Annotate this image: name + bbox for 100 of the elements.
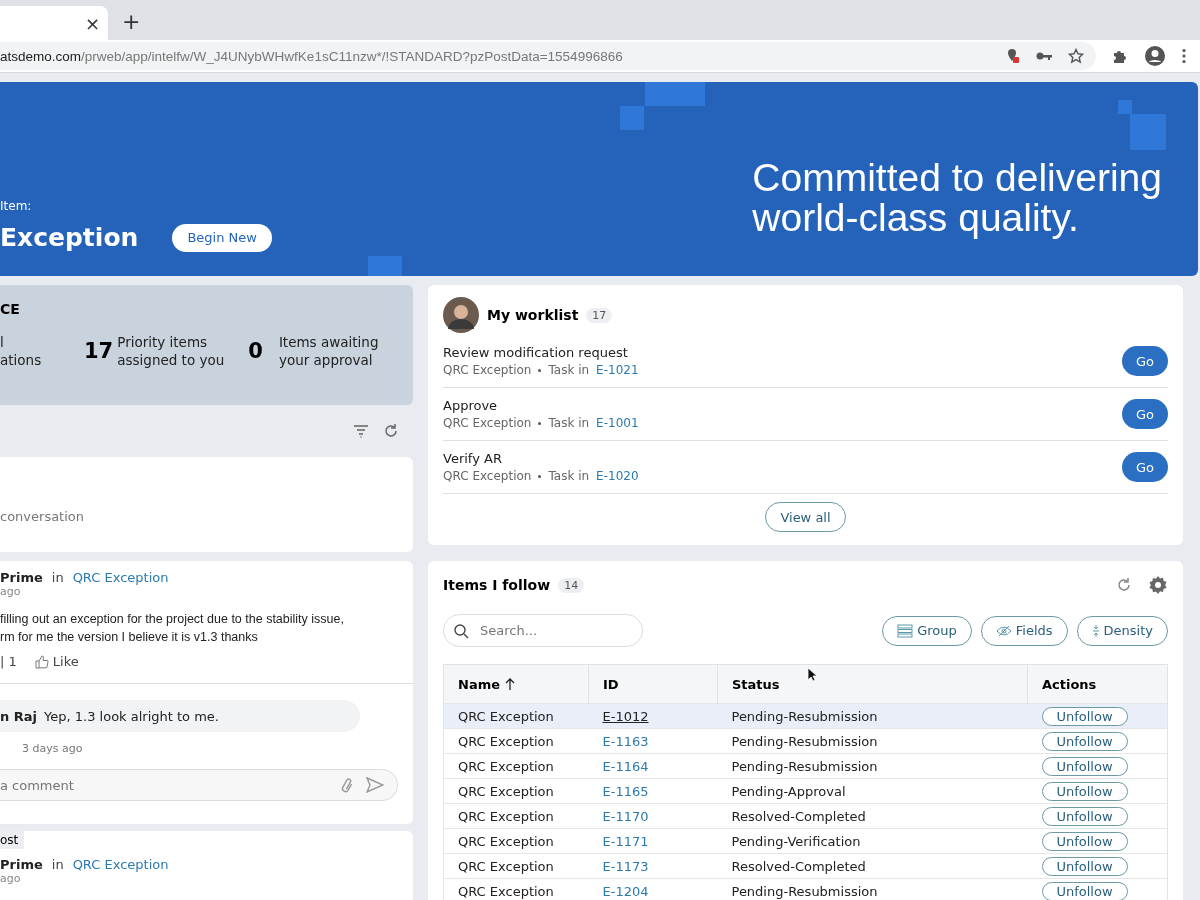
new-tab-button[interactable]: + — [122, 9, 141, 34]
puzzle-icon[interactable] — [1112, 48, 1128, 64]
unfollow-button[interactable]: Unfollow — [1041, 731, 1128, 751]
search-icon — [453, 623, 469, 639]
unfollow-button[interactable]: Unfollow — [1041, 881, 1128, 900]
id-link[interactable]: E-1171 — [588, 828, 718, 854]
refresh-icon[interactable] — [383, 423, 399, 439]
context-link[interactable]: QRC Exception — [72, 570, 169, 585]
thumbs-up-icon — [34, 654, 49, 669]
id-link[interactable]: E-1204 — [588, 878, 718, 900]
id-link[interactable]: E-1170 — [588, 803, 718, 829]
table-cell: Resolved-Completed — [717, 803, 1028, 829]
id-link[interactable]: E-1173 — [588, 853, 718, 879]
unfollow-button[interactable]: Unfollow — [1041, 806, 1128, 826]
column-header[interactable]: Name — [443, 664, 589, 704]
case-id-link[interactable]: E-1020 — [596, 469, 639, 483]
table-row[interactable]: QRC Exception E-1163 Pending-Resubmission Unfollow — [443, 728, 1168, 754]
go-button[interactable]: Go — [1122, 399, 1168, 429]
id-link[interactable]: E-1012 — [588, 703, 718, 729]
separator-dot — [538, 474, 542, 478]
send-icon[interactable] — [366, 777, 384, 793]
cursor-icon — [807, 667, 817, 682]
settings-icon[interactable] — [1148, 575, 1168, 595]
address-bar[interactable]: atsdemo.com/prweb/app/intelfw/W_J4UNybWHwfKe1sC11nzw*/!STANDARD?pzPostData=1554996866 — [0, 42, 1096, 70]
case-id-link[interactable]: E-1001 — [596, 416, 639, 430]
go-button[interactable]: Go — [1122, 346, 1168, 376]
id-link[interactable]: E-1165 — [588, 778, 718, 804]
separator-dot — [538, 368, 542, 372]
table-row[interactable]: QRC Exception E-1171 Pending-Verification Unfollow — [443, 828, 1168, 854]
table-cell: QRC Exception — [443, 828, 589, 854]
column-header[interactable]: ID — [588, 664, 718, 704]
search-field[interactable]: Search... — [443, 614, 643, 647]
stats-title: CE — [0, 301, 21, 317]
filter-icon[interactable] — [353, 424, 369, 438]
refresh-icon[interactable] — [1116, 577, 1132, 593]
id-link[interactable]: E-1164 — [588, 753, 718, 779]
post-author[interactable]: Prime — [0, 570, 43, 585]
table-row[interactable]: QRC Exception E-1012 Pending-Resubmission Unfollow — [443, 703, 1168, 729]
case-id-link[interactable]: E-1021 — [596, 363, 639, 377]
task-title[interactable]: Approve — [443, 398, 1122, 413]
density-icon — [1091, 623, 1100, 638]
banner-square — [368, 256, 402, 276]
browser-tab[interactable]: × — [0, 6, 108, 40]
table-row[interactable]: QRC Exception E-1164 Pending-Resubmission Unfollow — [443, 753, 1168, 779]
fields-button[interactable]: Fields — [980, 615, 1068, 646]
task-label: Task in — [548, 416, 590, 430]
go-button[interactable]: Go — [1122, 452, 1168, 482]
task-label: Task in — [548, 363, 590, 377]
table-row[interactable]: QRC Exception E-1173 Resolved-Completed Unfollow — [443, 853, 1168, 879]
in-text: in — [51, 857, 64, 872]
location-blocked-icon[interactable] — [1006, 48, 1020, 64]
post-author[interactable]: Prime — [0, 857, 43, 872]
comment-count: | 1 — [0, 654, 17, 669]
key-icon[interactable] — [1036, 51, 1052, 61]
table-cell: QRC Exception — [443, 853, 589, 879]
star-icon[interactable] — [1068, 48, 1084, 64]
id-link[interactable]: E-1163 — [588, 728, 718, 754]
density-button[interactable]: Density — [1076, 615, 1168, 646]
task-title[interactable]: Verify AR — [443, 451, 1122, 466]
begin-new-button[interactable]: Begin New — [172, 223, 272, 252]
unfollow-button[interactable]: Unfollow — [1041, 706, 1128, 726]
table-cell: Pending-Resubmission — [717, 703, 1028, 729]
table-cell: Resolved-Completed — [717, 853, 1028, 879]
rows-icon — [897, 623, 914, 638]
table-cell: Pending-Verification — [717, 828, 1028, 854]
context-link[interactable]: QRC Exception — [72, 857, 169, 872]
profile-icon[interactable] — [1144, 45, 1166, 67]
group-button[interactable]: Group — [882, 615, 972, 646]
conversation-prompt[interactable]: conversation — [0, 509, 85, 524]
view-all-button[interactable]: View all — [765, 502, 846, 532]
comment-field[interactable]: a comment — [0, 769, 398, 801]
post-message: filling out an exception for the project due to the stability issue, rm for me the version I believe it is v1.3 thanks — [0, 611, 345, 646]
unfollow-button[interactable]: Unfollow — [1041, 781, 1128, 801]
table-row[interactable]: QRC Exception E-1204 Pending-Resubmission Unfollow — [443, 878, 1168, 900]
unfollow-button[interactable]: Unfollow — [1041, 831, 1128, 851]
table-cell: Pending-Approval — [717, 778, 1028, 804]
unfollow-button[interactable]: Unfollow — [1041, 756, 1128, 776]
table-row[interactable]: QRC Exception E-1165 Pending-Approval Unfollow — [443, 778, 1168, 804]
like-button[interactable]: Like — [34, 654, 79, 669]
menu-icon[interactable] — [1182, 48, 1186, 64]
column-header[interactable]: Status — [717, 664, 1028, 704]
column-header[interactable]: Actions — [1027, 664, 1168, 704]
eye-hidden-icon — [995, 624, 1012, 637]
count-badge: 17 — [586, 307, 613, 323]
table-cell: QRC Exception — [443, 803, 589, 829]
separator-dot — [538, 421, 542, 425]
post-time: ago — [0, 872, 22, 885]
close-tab-button[interactable]: × — [84, 12, 100, 34]
table-cell: QRC Exception — [443, 728, 589, 754]
table-cell: QRC Exception — [443, 753, 589, 779]
reply-author[interactable]: n Raj — [0, 708, 38, 724]
stat-value: 0 — [248, 339, 263, 363]
banner-title: Exception — [0, 223, 139, 252]
case-type: QRC Exception — [443, 363, 532, 377]
unfollow-button[interactable]: Unfollow — [1041, 856, 1128, 876]
banner-tagline: Committed to delivering world-class quality. — [752, 158, 1163, 241]
reply-text: Yep, 1.3 look alright to me. — [44, 708, 219, 724]
task-title[interactable]: Review modification request — [443, 345, 1122, 360]
paperclip-icon[interactable] — [340, 777, 354, 795]
table-row[interactable]: QRC Exception E-1170 Resolved-Completed Unfollow — [443, 803, 1168, 829]
